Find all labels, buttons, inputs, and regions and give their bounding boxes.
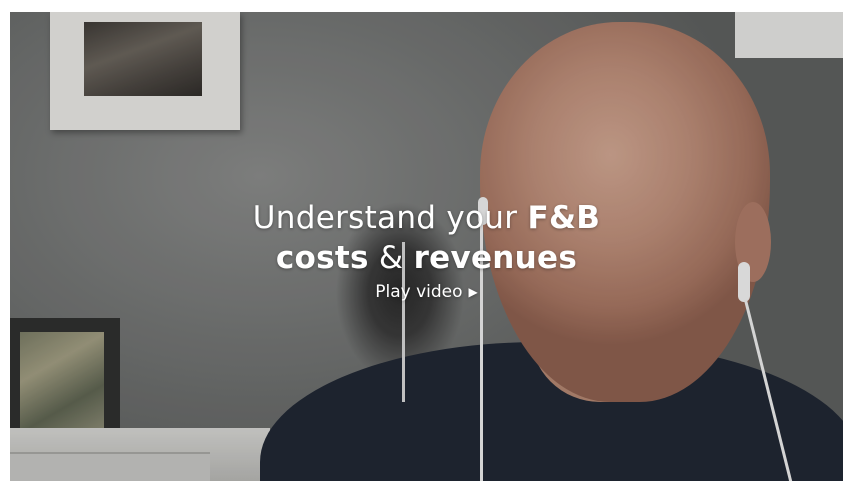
headline-bold: costs [275, 240, 369, 276]
play-triangle-icon: ▶ [468, 285, 478, 299]
hero-overlay: Understand your F&B costs & revenues Pla… [10, 198, 843, 302]
headline-bold: F&B [527, 200, 601, 236]
headline-text: Understand your [252, 200, 528, 236]
play-video-label: Play video [375, 282, 463, 302]
headline-text: & [368, 240, 414, 276]
headline-line-2: costs & revenues [10, 238, 843, 278]
headline-line-1: Understand your F&B [10, 198, 843, 238]
play-video-link[interactable]: Play video ▶ [375, 282, 478, 302]
headline-bold: revenues [413, 240, 578, 276]
video-thumbnail[interactable]: Understand your F&B costs & revenues Pla… [10, 12, 843, 481]
